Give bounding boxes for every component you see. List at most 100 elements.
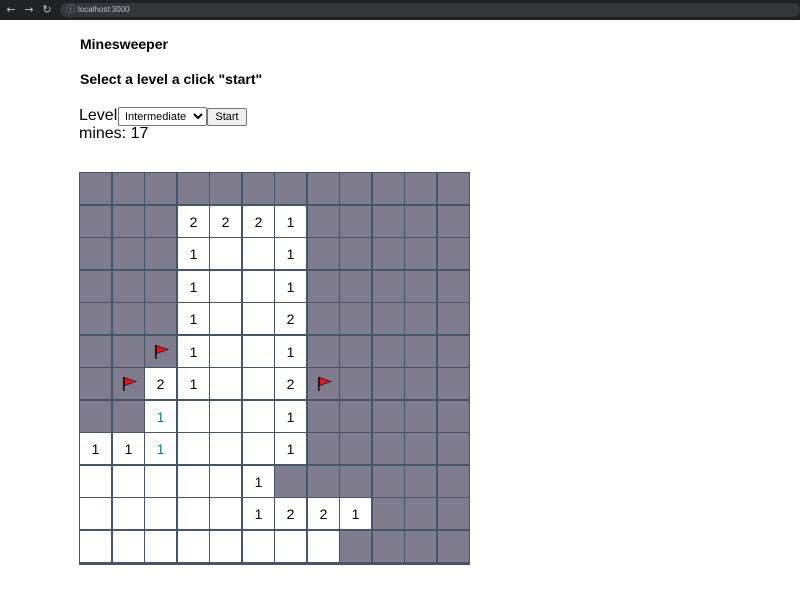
empty-cell[interactable]	[243, 401, 274, 432]
hidden-cell[interactable]	[373, 303, 404, 334]
number-cell[interactable]: 1	[178, 368, 209, 399]
hidden-cell[interactable]	[438, 336, 469, 367]
hidden-cell[interactable]	[80, 238, 111, 269]
empty-cell[interactable]	[113, 531, 144, 562]
hidden-cell[interactable]	[113, 401, 144, 432]
empty-cell[interactable]	[178, 433, 209, 464]
number-cell[interactable]: 2	[243, 206, 274, 237]
hidden-cell[interactable]	[80, 368, 111, 399]
empty-cell[interactable]	[243, 368, 274, 399]
hidden-cell[interactable]	[340, 401, 371, 432]
hidden-cell[interactable]	[308, 206, 339, 237]
hidden-cell[interactable]	[405, 368, 436, 399]
hidden-cell[interactable]	[405, 303, 436, 334]
hidden-cell[interactable]	[113, 206, 144, 237]
number-cell[interactable]: 1	[275, 206, 306, 237]
hidden-cell[interactable]	[405, 271, 436, 302]
empty-cell[interactable]	[113, 498, 144, 529]
hidden-cell[interactable]	[243, 173, 274, 204]
empty-cell[interactable]	[178, 498, 209, 529]
hidden-cell[interactable]	[405, 401, 436, 432]
hidden-cell[interactable]	[145, 303, 176, 334]
hidden-cell[interactable]	[145, 271, 176, 302]
empty-cell[interactable]	[210, 531, 241, 562]
hidden-cell[interactable]	[308, 401, 339, 432]
empty-cell[interactable]	[80, 531, 111, 562]
empty-cell[interactable]	[145, 531, 176, 562]
number-cell[interactable]: 1	[275, 271, 306, 302]
number-cell[interactable]: 1	[178, 238, 209, 269]
hidden-cell[interactable]	[405, 206, 436, 237]
hidden-cell[interactable]	[373, 206, 404, 237]
number-cell[interactable]: 1	[145, 433, 176, 464]
hidden-cell[interactable]	[80, 401, 111, 432]
empty-cell[interactable]	[145, 466, 176, 497]
hidden-cell[interactable]	[373, 401, 404, 432]
empty-cell[interactable]	[145, 498, 176, 529]
hidden-cell[interactable]	[340, 466, 371, 497]
hidden-cell[interactable]	[405, 173, 436, 204]
hidden-cell[interactable]	[405, 238, 436, 269]
hidden-cell[interactable]	[438, 498, 469, 529]
hidden-cell[interactable]	[80, 336, 111, 367]
empty-cell[interactable]	[178, 401, 209, 432]
hidden-cell[interactable]	[438, 173, 469, 204]
hidden-cell[interactable]	[340, 368, 371, 399]
hidden-cell[interactable]	[275, 173, 306, 204]
hidden-cell[interactable]	[340, 531, 371, 562]
number-cell[interactable]: 1	[145, 401, 176, 432]
hidden-cell[interactable]	[340, 433, 371, 464]
number-cell[interactable]: 2	[275, 303, 306, 334]
back-arrow-icon[interactable]: ←	[4, 2, 18, 18]
hidden-cell[interactable]	[145, 206, 176, 237]
hidden-cell[interactable]	[373, 433, 404, 464]
flagged-cell[interactable]	[308, 368, 339, 399]
hidden-cell[interactable]	[438, 466, 469, 497]
empty-cell[interactable]	[210, 303, 241, 334]
hidden-cell[interactable]	[438, 433, 469, 464]
hidden-cell[interactable]	[438, 303, 469, 334]
number-cell[interactable]: 2	[210, 206, 241, 237]
empty-cell[interactable]	[243, 433, 274, 464]
hidden-cell[interactable]	[308, 238, 339, 269]
hidden-cell[interactable]	[340, 336, 371, 367]
hidden-cell[interactable]	[308, 336, 339, 367]
hidden-cell[interactable]	[340, 173, 371, 204]
number-cell[interactable]: 1	[340, 498, 371, 529]
hidden-cell[interactable]	[373, 173, 404, 204]
empty-cell[interactable]	[178, 466, 209, 497]
empty-cell[interactable]	[210, 238, 241, 269]
number-cell[interactable]: 2	[275, 368, 306, 399]
number-cell[interactable]: 2	[178, 206, 209, 237]
hidden-cell[interactable]	[275, 466, 306, 497]
hidden-cell[interactable]	[405, 498, 436, 529]
empty-cell[interactable]	[113, 466, 144, 497]
empty-cell[interactable]	[308, 531, 339, 562]
hidden-cell[interactable]	[340, 238, 371, 269]
hidden-cell[interactable]	[308, 433, 339, 464]
hidden-cell[interactable]	[145, 238, 176, 269]
hidden-cell[interactable]	[438, 238, 469, 269]
hidden-cell[interactable]	[340, 303, 371, 334]
hidden-cell[interactable]	[373, 531, 404, 562]
hidden-cell[interactable]	[438, 401, 469, 432]
hidden-cell[interactable]	[340, 271, 371, 302]
empty-cell[interactable]	[210, 271, 241, 302]
empty-cell[interactable]	[210, 336, 241, 367]
empty-cell[interactable]	[243, 238, 274, 269]
hidden-cell[interactable]	[438, 368, 469, 399]
hidden-cell[interactable]	[308, 466, 339, 497]
number-cell[interactable]: 1	[275, 433, 306, 464]
number-cell[interactable]: 2	[308, 498, 339, 529]
hidden-cell[interactable]	[308, 303, 339, 334]
number-cell[interactable]: 1	[243, 498, 274, 529]
empty-cell[interactable]	[243, 271, 274, 302]
empty-cell[interactable]	[243, 531, 274, 562]
hidden-cell[interactable]	[113, 303, 144, 334]
number-cell[interactable]: 2	[145, 368, 176, 399]
empty-cell[interactable]	[243, 336, 274, 367]
empty-cell[interactable]	[210, 466, 241, 497]
start-button[interactable]: Start	[207, 108, 247, 126]
hidden-cell[interactable]	[438, 271, 469, 302]
hidden-cell[interactable]	[373, 271, 404, 302]
